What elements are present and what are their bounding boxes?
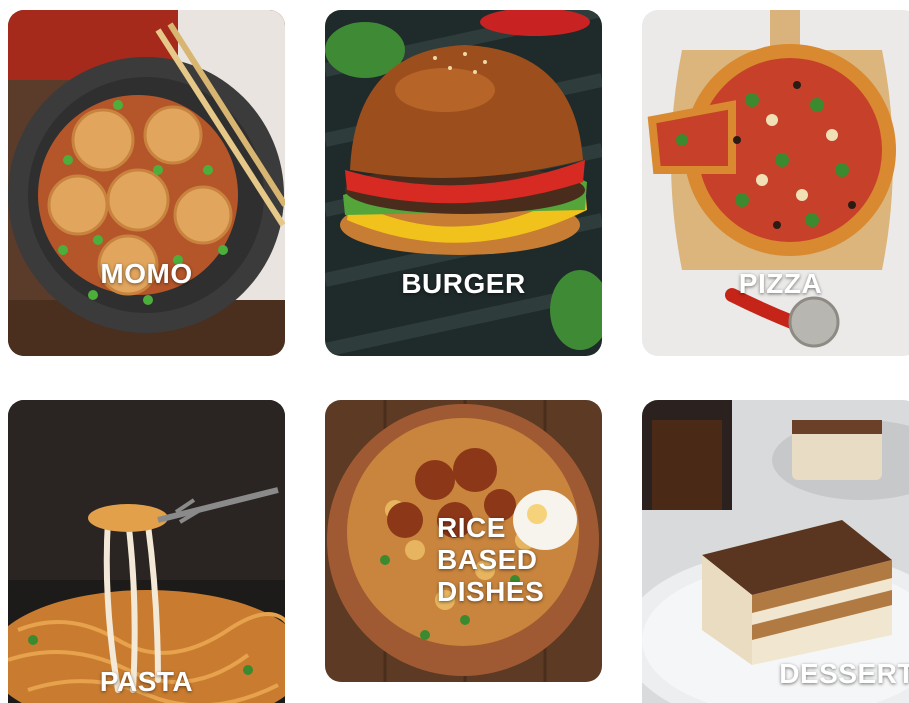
category-card-burger[interactable]: BURGER [325,10,602,356]
category-card-dessert[interactable]: DESSERT [642,400,909,703]
burger-image [325,10,602,356]
momo-image [8,10,285,356]
category-card-momo[interactable]: MOMO [8,10,285,356]
category-label: BURGER [401,268,526,299]
food-category-grid: MOMO BURGER PIZZA PASTA RICE BASED DISHE… [0,0,909,703]
category-card-pasta[interactable]: PASTA [8,400,285,703]
category-label: MOMO [100,258,193,289]
category-card-pizza[interactable]: PIZZA [642,10,909,356]
category-label: PIZZA [738,268,823,299]
pasta-image [8,400,285,703]
category-label: DESSERT [779,658,909,689]
category-label: PASTA [99,666,194,697]
pizza-image [642,10,909,356]
category-card-rice-based-dishes[interactable]: RICE BASED DISHES [325,400,602,682]
category-label: RICE BASED DISHES [437,512,545,607]
